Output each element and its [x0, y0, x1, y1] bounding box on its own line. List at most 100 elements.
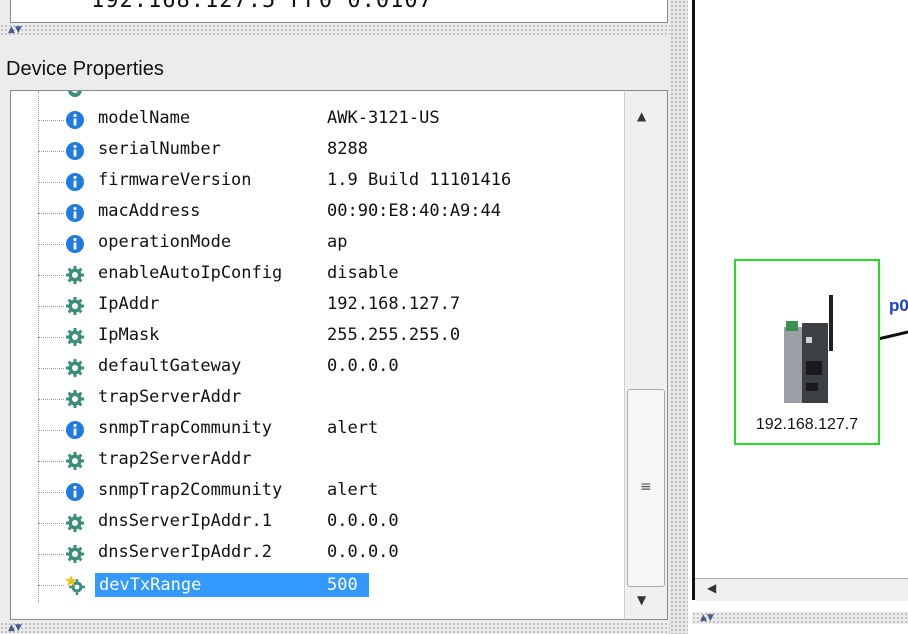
property-name: macAddress	[98, 201, 201, 221]
property-row[interactable]: devTxRange 500	[11, 570, 625, 600]
gear-icon	[66, 514, 84, 532]
property-value: alert	[327, 480, 379, 500]
property-row[interactable]: firmwareVersion 1.9 Build 11101416	[11, 167, 625, 197]
star-gear-icon	[65, 575, 85, 595]
tree-connector	[38, 461, 64, 462]
info-icon	[66, 483, 84, 501]
vertical-splitter[interactable]	[670, 0, 688, 634]
property-value: 8288	[327, 139, 368, 159]
tree-row-partial	[11, 91, 625, 105]
properties-title: Device Properties	[6, 58, 164, 80]
gear-icon	[68, 91, 82, 97]
device-ip-label: 192.168.127.7	[755, 416, 859, 433]
property-name: snmpTrap2Community	[98, 480, 283, 500]
gear-icon	[66, 359, 84, 377]
property-value: 1.9 Build 11101416	[327, 170, 512, 190]
property-name: operationMode	[98, 232, 232, 252]
property-name: IpAddr	[98, 294, 160, 314]
gear-icon	[66, 266, 84, 284]
canvas-splitter[interactable]: ▲▼	[692, 612, 908, 624]
info-icon	[66, 204, 84, 222]
device-list-panel: 192.168.127.5 FF0 0.0107	[10, 0, 668, 23]
device-node[interactable]: 192.168.127.7	[734, 259, 880, 445]
canvas-horizontal-scrollbar[interactable]: ◀	[695, 578, 908, 601]
tree-connector	[38, 213, 64, 214]
property-row[interactable]: defaultGateway 0.0.0.0	[11, 353, 625, 383]
grip-icon: ≡	[640, 479, 652, 495]
property-row[interactable]: trapServerAddr	[11, 384, 625, 414]
info-icon	[66, 142, 84, 160]
tree-connector	[38, 306, 64, 307]
property-value: AWK-3121-US	[327, 108, 440, 128]
tree-connector	[38, 244, 64, 245]
property-name: dnsServerIpAddr.1	[98, 511, 272, 531]
gear-icon	[66, 297, 84, 315]
tree-connector	[38, 368, 64, 369]
property-row[interactable]: operationMode ap	[11, 229, 625, 259]
property-value: 00:90:E8:40:A9:44	[327, 201, 501, 221]
property-row[interactable]: dnsServerIpAddr.1 0.0.0.0	[11, 508, 625, 538]
properties-header: Device Properties	[0, 36, 680, 90]
gear-icon	[66, 328, 84, 346]
info-icon	[66, 421, 84, 439]
info-icon	[66, 235, 84, 253]
property-name: modelName	[98, 108, 191, 128]
property-row[interactable]: modelName AWK-3121-US	[11, 105, 625, 135]
property-row[interactable]: IpMask 255.255.255.0	[11, 322, 625, 352]
property-value: 0.0.0.0	[327, 356, 399, 376]
scroll-down-icon[interactable]: ▼	[637, 593, 646, 607]
port-label: p0	[889, 296, 908, 315]
property-value: 255.255.255.0	[327, 325, 461, 345]
tree-connector	[38, 430, 64, 431]
gear-icon	[66, 390, 84, 408]
property-row[interactable]: IpAddr 192.168.127.7	[11, 291, 625, 321]
property-name: dnsServerIpAddr.2	[98, 542, 272, 562]
property-row[interactable]: macAddress 00:90:E8:40:A9:44	[11, 198, 625, 228]
tree-connector	[38, 492, 64, 493]
gear-icon	[66, 545, 84, 563]
property-name: devTxRange	[95, 573, 327, 597]
property-name: defaultGateway	[98, 356, 242, 376]
gear-icon	[66, 452, 84, 470]
scrollbar-thumb[interactable]: ≡	[627, 389, 665, 587]
tree-connector	[38, 523, 64, 524]
bottom-splitter[interactable]: ▲▼	[0, 622, 680, 634]
property-name: enableAutoIpConfig	[98, 263, 283, 283]
property-value: alert	[327, 418, 379, 438]
property-value: 0.0.0.0	[327, 511, 399, 531]
properties-vertical-scrollbar[interactable]: ▲ ≡ ▼	[624, 90, 668, 620]
splitter-arrows-icon[interactable]: ▲▼	[700, 612, 714, 624]
property-row[interactable]: snmpTrap2Community alert	[11, 477, 625, 507]
tree-connector	[38, 275, 64, 276]
wireless-ap-icon	[784, 295, 833, 403]
property-row[interactable]: serialNumber 8288	[11, 136, 625, 166]
property-name: snmpTrapCommunity	[98, 418, 272, 438]
tree-connector	[38, 182, 64, 183]
property-row[interactable]: snmpTrapCommunity alert	[11, 415, 625, 445]
tree-connector	[38, 337, 64, 338]
property-row[interactable]: trap2ServerAddr	[11, 446, 625, 476]
property-value: 192.168.127.7	[327, 294, 461, 314]
info-icon	[66, 173, 84, 191]
splitter-arrows-icon[interactable]: ▲▼	[8, 24, 22, 36]
scroll-left-icon[interactable]: ◀	[707, 581, 716, 595]
property-value: 500	[319, 573, 369, 597]
property-value: 0.0.0.0	[327, 542, 399, 562]
property-value: ap	[327, 232, 348, 252]
tree-connector	[38, 120, 64, 121]
property-row[interactable]: dnsServerIpAddr.2 0.0.0.0	[11, 539, 625, 569]
property-name: IpMask	[98, 325, 160, 345]
info-icon	[66, 111, 84, 129]
panel-splitter[interactable]: ▲▼	[0, 24, 680, 36]
tree-connector	[38, 399, 64, 400]
scroll-up-icon[interactable]: ▲	[637, 109, 646, 123]
property-row[interactable]: enableAutoIpConfig disable	[11, 260, 625, 290]
property-name: firmwareVersion	[98, 170, 252, 190]
tree-connector	[38, 554, 64, 555]
property-value: disable	[327, 263, 399, 283]
properties-tree[interactable]: modelName AWK-3121-US serialNumber 8288 firm…	[10, 90, 625, 620]
property-name: serialNumber	[98, 139, 221, 159]
property-name: trapServerAddr	[98, 387, 242, 407]
splitter-arrows-icon[interactable]: ▲▼	[8, 622, 22, 634]
tree-connector	[38, 585, 64, 586]
